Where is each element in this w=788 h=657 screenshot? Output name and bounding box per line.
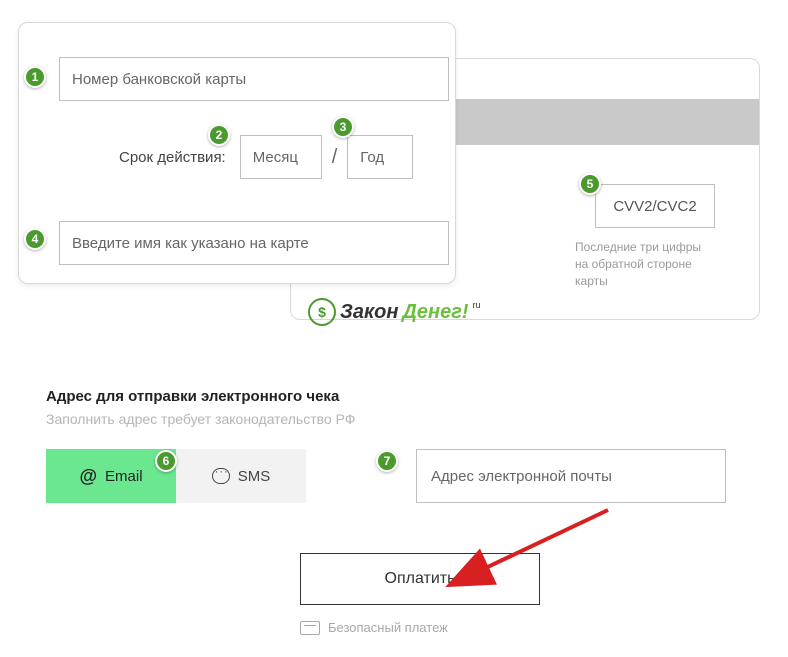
tab-sms-label: SMS [238,468,271,485]
annotation-badge-2: 2 [208,124,230,146]
month-placeholder: Месяц [253,149,298,166]
expiry-year-input[interactable]: Год [347,135,413,179]
expiry-slash: / [332,146,338,169]
tab-sms[interactable]: SMS [176,449,306,503]
annotation-badge-6: 6 [155,450,177,472]
annotation-badge-7: 7 [376,450,398,472]
card-front: Номер банковской карты Срок действия: Ме… [18,22,456,284]
annotation-badge-3: 3 [332,116,354,138]
expiry-group: Срок действия: Месяц / Год [119,135,413,179]
logo-text-part2: Денег! [402,301,468,324]
receipt-subtitle: Заполнить адрес требует законодательство… [46,411,746,427]
name-placeholder: Введите имя как указано на карте [72,235,309,252]
expiry-month-input[interactable]: Месяц [240,135,322,179]
clock-dollar-icon: $ [308,298,336,326]
secure-text: Безопасный платеж [328,620,448,635]
site-logo: $ Закон Денег! ru [308,298,481,326]
receipt-title: Адрес для отправки электронного чека [46,388,746,405]
chat-bubble-icon [212,468,230,484]
card-number-input[interactable]: Номер банковской карты [59,57,449,101]
annotation-badge-4: 4 [24,228,46,250]
email-placeholder: Адрес электронной почты [431,468,612,485]
annotation-badge-1: 1 [24,66,46,88]
year-placeholder: Год [360,149,384,166]
pay-button[interactable]: Оплатить [300,553,540,605]
at-icon: @ [79,466,97,487]
receipt-section: Адрес для отправки электронного чека Зап… [46,388,746,503]
pay-button-label: Оплатить [385,570,456,588]
logo-suffix: ru [473,300,481,310]
secure-card-icon [300,621,320,635]
cvv-input[interactable]: CVV2/CVC2 [595,184,715,228]
email-address-input[interactable]: Адрес электронной почты [416,449,726,503]
cvv-placeholder: CVV2/CVC2 [613,198,696,215]
expiry-label: Срок действия: [119,149,226,166]
secure-payment-note: Безопасный платеж [300,620,448,635]
card-number-placeholder: Номер банковской карты [72,71,246,88]
cardholder-name-input[interactable]: Введите имя как указано на карте [59,221,449,265]
tab-email-label: Email [105,468,143,485]
cvv-hint-text: Последние три цифры на обратной стороне … [575,239,715,289]
logo-text-part1: Закон [340,301,398,324]
annotation-badge-5: 5 [579,173,601,195]
